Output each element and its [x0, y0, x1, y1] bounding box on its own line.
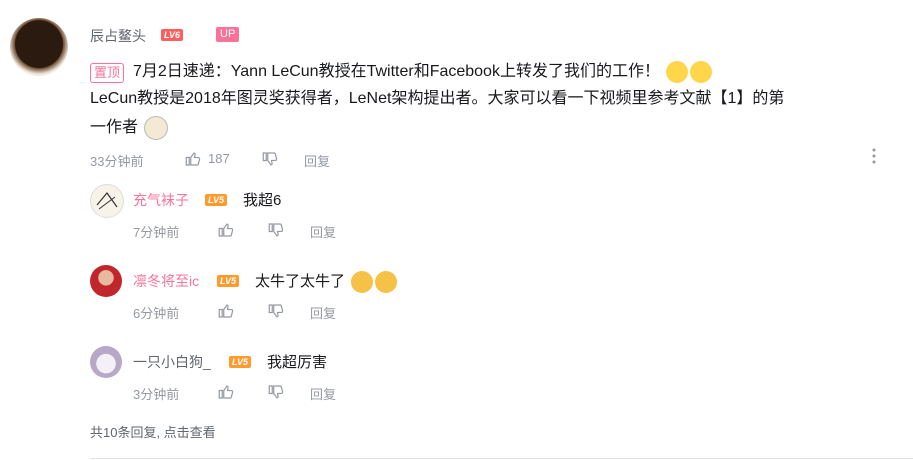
reply-button[interactable]: 回复	[310, 384, 336, 403]
divider	[90, 458, 913, 459]
reply-text: 太牛了太牛了	[255, 270, 398, 294]
thumb-down-icon	[268, 304, 284, 318]
more-options-icon[interactable]	[868, 146, 880, 166]
reply-avatar[interactable]	[90, 184, 124, 218]
comment-text-line-2: LeCun教授是2018年图灵奖获得者，LeNet架构提出者。大家可以看一下视频…	[90, 90, 785, 107]
reply-time: 6分钟前	[133, 306, 180, 321]
shocked-emoji-icon	[690, 60, 713, 83]
level-badge: LV5	[229, 356, 252, 368]
reply-avatar[interactable]	[90, 346, 122, 378]
shocked-emoji-icon	[666, 60, 689, 83]
level-badge: LV5	[205, 194, 228, 206]
reply-button[interactable]: 回复	[310, 303, 336, 322]
reply-text: 我超厉害	[267, 354, 328, 371]
cat-emoji-icon	[375, 271, 398, 294]
thumb-down-icon	[268, 223, 284, 237]
dislike-button[interactable]	[261, 150, 279, 173]
thumb-up-icon	[218, 385, 234, 399]
cat-emoji-icon	[351, 271, 374, 294]
pinned-tag: 置顶	[90, 63, 125, 83]
reply-username[interactable]: 一只小白狗_	[133, 352, 211, 372]
view-more-replies-link[interactable]: 共10条回复, 点击查看	[90, 422, 216, 441]
reply-avatar[interactable]	[90, 265, 122, 297]
up-badge: UP	[216, 27, 240, 42]
like-button[interactable]	[217, 383, 235, 406]
dislike-button[interactable]	[267, 383, 285, 406]
thumb-up-icon	[218, 304, 234, 318]
commenter-avatar[interactable]	[10, 18, 68, 76]
reply-username[interactable]: 充气袜子	[133, 190, 189, 210]
thumb-down-icon	[262, 152, 278, 166]
level-badge: LV6	[161, 29, 184, 41]
like-button[interactable]	[217, 302, 235, 325]
comment-text-line-3: 一作者	[90, 114, 169, 141]
level-badge: LV5	[217, 275, 240, 287]
thumb-down-icon	[268, 385, 284, 399]
reply-text: 我超6	[243, 192, 282, 209]
commenter-name[interactable]: 辰占鳌头	[90, 26, 146, 46]
smile-emoji-icon	[144, 115, 169, 140]
dislike-button[interactable]	[267, 302, 285, 325]
comment-text-line-1: 7月2日速递：Yann LeCun教授在Twitter和Facebook上转发了…	[133, 58, 713, 85]
thumb-up-icon	[185, 152, 201, 166]
reply-button[interactable]: 回复	[304, 151, 330, 170]
like-button[interactable]	[217, 221, 235, 244]
like-count: 187	[208, 151, 230, 166]
reply-username[interactable]: 凛冬将至ic	[133, 271, 199, 291]
reply-time: 3分钟前	[133, 387, 180, 402]
dislike-button[interactable]	[267, 221, 285, 244]
comment-time: 33分钟前	[90, 154, 144, 169]
like-button[interactable]	[184, 150, 202, 173]
thumb-up-icon	[218, 223, 234, 237]
reply-time: 7分钟前	[133, 225, 180, 240]
reply-button[interactable]: 回复	[310, 222, 336, 241]
